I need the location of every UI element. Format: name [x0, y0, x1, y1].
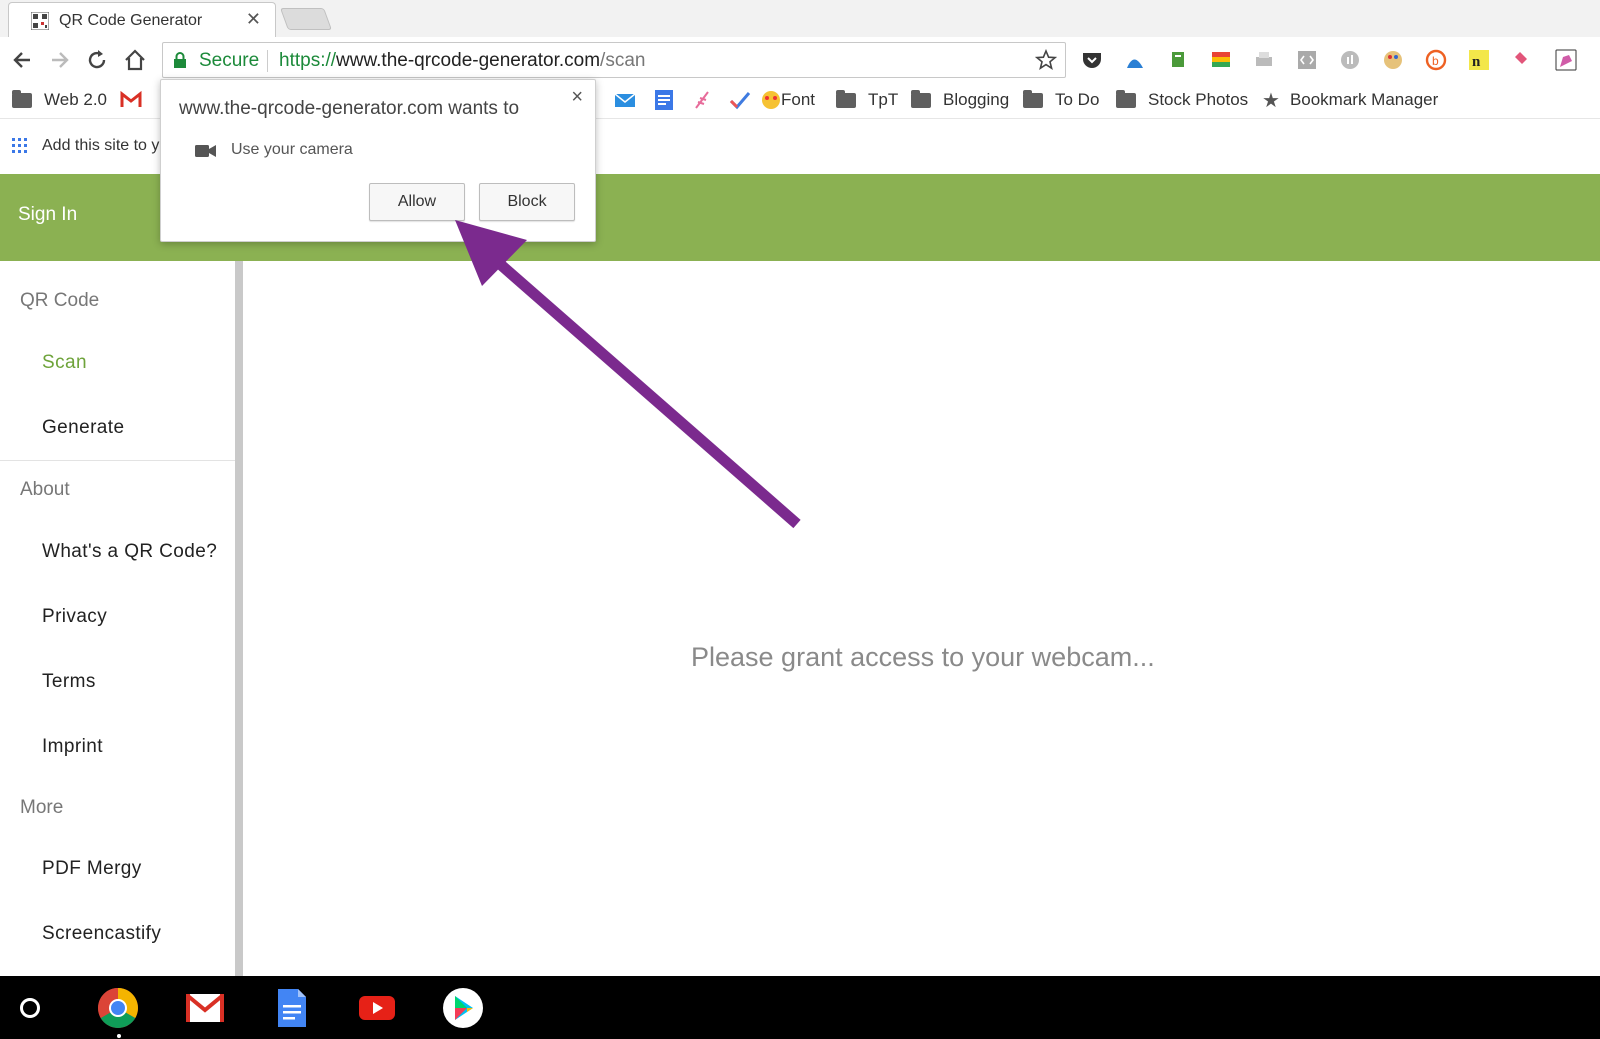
block-button[interactable]: Block — [479, 183, 575, 221]
browser-tab[interactable]: QR Code Generator ✕ — [8, 2, 276, 37]
allow-button[interactable]: Allow — [369, 183, 465, 221]
mail-bookmark-icon[interactable] — [614, 90, 636, 110]
bitly-extension-icon[interactable]: b — [1425, 49, 1447, 71]
url-path: /scan — [600, 50, 646, 71]
sign-in-link[interactable]: Sign In — [18, 204, 77, 226]
sidebar-item-whats-a-qr-code[interactable]: What's a QR Code? — [42, 541, 217, 563]
bookmark-label: To Do — [1055, 90, 1100, 109]
gmail-app-icon[interactable] — [184, 987, 226, 1029]
analytics-extension-icon[interactable] — [1339, 49, 1361, 71]
sidebar-item-generate[interactable]: Generate — [42, 417, 124, 439]
bookmark-web20[interactable]: Web 2.0 — [12, 89, 108, 110]
os-shelf — [0, 976, 1600, 1039]
running-indicator — [117, 1034, 121, 1038]
forward-arrow-icon[interactable] — [46, 47, 72, 73]
feather-bookmark-icon[interactable] — [692, 90, 714, 110]
bookmark-manager[interactable]: ★ Bookmark Manager — [1262, 89, 1439, 112]
sidebar-scrollbar[interactable] — [235, 261, 243, 976]
apps-grid-icon[interactable] — [12, 138, 28, 154]
svg-text:n: n — [1472, 54, 1481, 70]
green-tag-extension-icon[interactable] — [1167, 49, 1189, 71]
sidebar-item-scan[interactable]: Scan — [42, 352, 87, 374]
sidebar-section-qr-code: QR Code — [20, 290, 100, 311]
folder-icon — [836, 89, 856, 108]
tab-strip: QR Code Generator ✕ — [0, 0, 1600, 37]
browser-toolbar: Secure https://www.the-qrcode-generator.… — [0, 37, 1600, 81]
url-host: www.the-qrcode-generator.com — [336, 50, 601, 71]
home-icon[interactable] — [122, 47, 148, 73]
google-docs-app-icon[interactable] — [270, 987, 312, 1029]
bookmark-label: Stock Photos — [1148, 90, 1249, 109]
bookmark-label: Web 2.0 — [44, 90, 108, 109]
pink-pin-extension-icon[interactable] — [1511, 49, 1533, 71]
url-text[interactable]: https://www.the-qrcode-generator.com/sca… — [279, 50, 645, 72]
camera-permission-popup: www.the-qrcode-generator.com wants to × … — [160, 79, 596, 242]
omnibox-divider — [267, 50, 268, 72]
unicorn-extension-icon[interactable] — [1555, 49, 1577, 71]
youtube-app-icon[interactable] — [356, 987, 398, 1029]
docs-bookmark-icon[interactable] — [653, 90, 675, 110]
sidebar-divider — [0, 460, 235, 461]
bookmark-label: Font — [781, 90, 816, 109]
address-bar[interactable]: Secure https://www.the-qrcode-generator.… — [162, 42, 1066, 78]
sidebar-item-pdf-mergy[interactable]: PDF Mergy — [42, 858, 142, 880]
sidebar-section-about: About — [20, 479, 70, 500]
webcam-access-message: Please grant access to your webcam... — [691, 642, 1155, 672]
lock-icon — [174, 52, 186, 68]
bookmark-label: Blogging — [943, 90, 1010, 109]
palette-extension-icon[interactable] — [1382, 49, 1404, 71]
url-scheme: https:// — [279, 50, 337, 71]
heart-eyes-emoji-icon — [762, 91, 780, 109]
gmail-bookmark-icon[interactable] — [120, 90, 142, 110]
qr-code-favicon-icon — [31, 12, 49, 30]
bookmark-todo[interactable]: To Do — [1023, 89, 1100, 110]
chrome-app-icon[interactable] — [97, 987, 139, 1029]
main-content: Please grant access to your webcam... — [243, 261, 1600, 976]
tab-close-icon[interactable]: ✕ — [246, 9, 261, 30]
sidebar: QR Code Scan Generate About What's a QR … — [0, 261, 235, 976]
printer-extension-icon[interactable] — [1253, 49, 1275, 71]
bookmark-stock-photos[interactable]: Stock Photos — [1116, 89, 1249, 110]
permission-item-camera: Use your camera — [231, 141, 353, 158]
sidebar-item-terms[interactable]: Terms — [42, 671, 96, 693]
folder-icon — [1116, 89, 1136, 108]
newsela-extension-icon[interactable]: n — [1468, 49, 1490, 71]
folder-icon — [12, 89, 32, 108]
permission-title: www.the-qrcode-generator.com wants to — [179, 98, 520, 119]
code-extension-icon[interactable] — [1296, 49, 1318, 71]
checkmark-bookmark-icon[interactable] — [729, 90, 751, 110]
bookmark-star-icon[interactable] — [1035, 49, 1057, 71]
add-site-text[interactable]: Add this site to y — [42, 137, 159, 155]
secure-label: Secure — [199, 50, 260, 71]
tab-title: QR Code Generator — [59, 12, 203, 29]
launcher-icon[interactable] — [20, 998, 40, 1018]
folder-icon — [1023, 89, 1043, 108]
sidebar-section-more: More — [20, 797, 64, 818]
folder-icon — [911, 89, 931, 108]
bookmark-label: Bookmark Manager — [1289, 90, 1439, 109]
color-bars-extension-icon[interactable] — [1210, 49, 1232, 71]
blue-wave-extension-icon[interactable] — [1124, 49, 1146, 71]
bookmark-font[interactable]: Font — [762, 90, 815, 110]
bookmark-tpt[interactable]: TpT — [836, 89, 899, 110]
star-icon: ★ — [1262, 89, 1280, 112]
sidebar-item-privacy[interactable]: Privacy — [42, 606, 107, 628]
bookmark-blogging[interactable]: Blogging — [911, 89, 1010, 110]
reload-icon[interactable] — [84, 47, 110, 73]
svg-text:b: b — [1432, 54, 1439, 68]
sidebar-item-imprint[interactable]: Imprint — [42, 736, 103, 758]
camera-icon — [195, 145, 216, 157]
pocket-extension-icon[interactable] — [1081, 49, 1103, 71]
sidebar-item-screencastify[interactable]: Screencastify — [42, 923, 161, 945]
play-store-app-icon[interactable] — [442, 987, 484, 1029]
close-icon[interactable]: × — [571, 86, 583, 109]
new-tab-button[interactable] — [279, 8, 333, 30]
back-arrow-icon[interactable] — [10, 47, 36, 73]
bookmark-label: TpT — [868, 90, 899, 109]
